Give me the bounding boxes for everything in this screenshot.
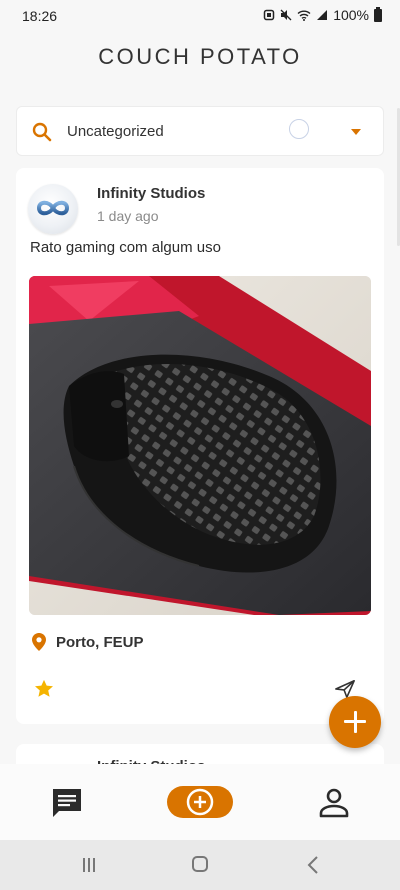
status-time: 18:26 (22, 8, 58, 24)
status-icons: 100% (263, 6, 382, 23)
infinity-logo-icon (36, 200, 70, 216)
location-pin-icon (32, 633, 46, 651)
status-bar: 18:26 100% (0, 0, 400, 32)
post-title: Rato gaming com algum uso (30, 239, 221, 256)
add-post-fab[interactable] (329, 696, 381, 748)
category-dropdown[interactable]: Uncategorized (16, 106, 384, 156)
system-nav-bar (0, 840, 400, 890)
app-title: COUCH POTATO (98, 44, 302, 69)
search-icon (32, 122, 52, 142)
gaming-mouse-photo (29, 276, 371, 615)
screenshot-icon (263, 9, 275, 21)
battery-percent: 100% (333, 7, 369, 23)
add-circle-icon (186, 788, 214, 816)
recent-apps-icon[interactable] (82, 857, 96, 873)
home-icon[interactable] (192, 856, 208, 872)
post-author[interactable]: Infinity Studios (97, 185, 205, 202)
back-icon[interactable] (305, 856, 321, 874)
star-icon[interactable] (33, 678, 55, 700)
battery-icon (374, 6, 382, 22)
post-card[interactable]: Infinity Studios 1 day ago Rato gaming c… (16, 168, 384, 724)
nav-add-button[interactable] (167, 786, 233, 818)
avatar[interactable] (28, 184, 78, 234)
loading-ring-icon (289, 119, 309, 139)
person-icon[interactable] (317, 786, 351, 820)
chat-icon[interactable] (50, 786, 84, 820)
post-time: 1 day ago (97, 208, 159, 224)
wifi-icon (297, 10, 311, 21)
mute-icon (280, 9, 292, 21)
post-image[interactable] (29, 276, 371, 615)
signal-icon (317, 10, 328, 20)
bottom-nav (0, 764, 400, 840)
post-location: Porto, FEUP (56, 634, 144, 651)
category-selected-label: Uncategorized (67, 123, 164, 140)
chevron-down-icon[interactable] (351, 129, 361, 135)
